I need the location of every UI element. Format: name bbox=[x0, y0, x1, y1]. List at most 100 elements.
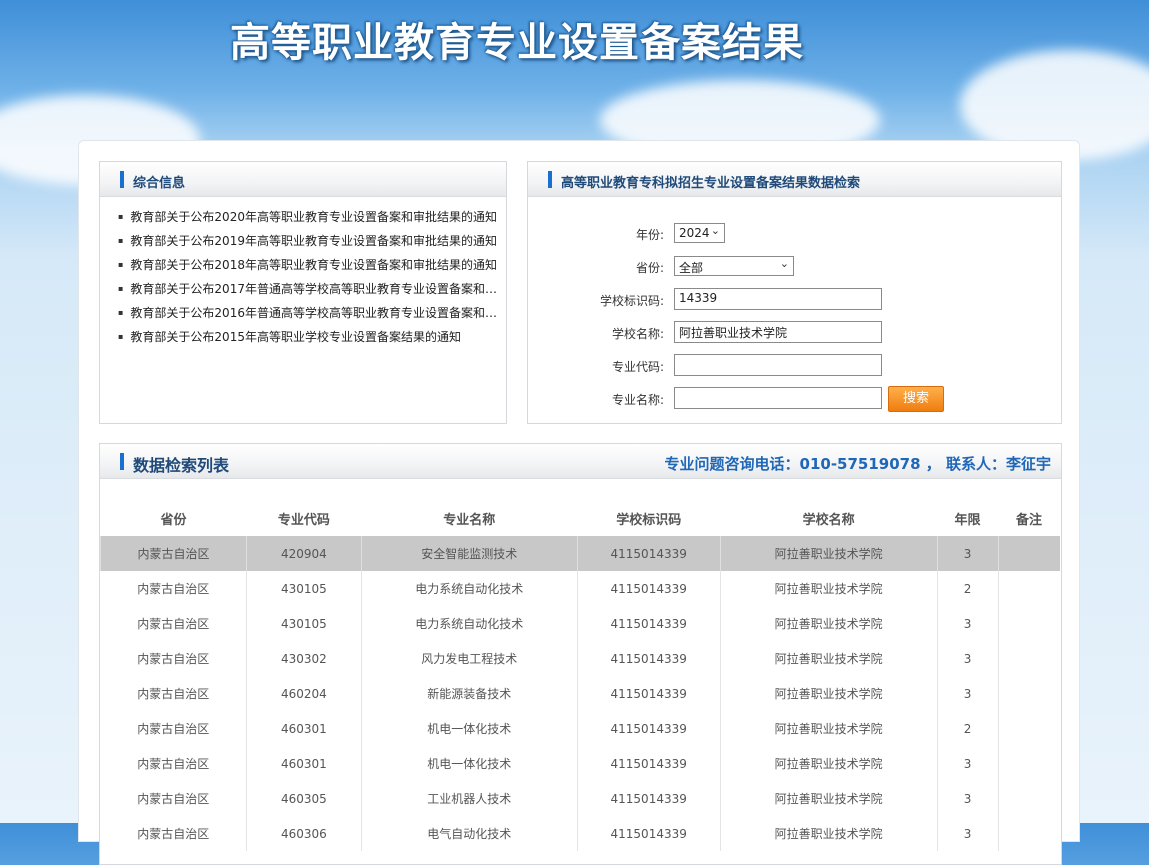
notice-link[interactable]: 教育部关于公布2018年高等职业教育专业设置备案和审批结果的通知 bbox=[118, 253, 504, 277]
major-name-cell: 电力系统自动化技术 bbox=[360, 606, 578, 641]
school-name-input[interactable]: 阿拉善职业技术学院 bbox=[674, 321, 882, 343]
major-name-label: 专业名称: bbox=[611, 393, 664, 407]
search-button[interactable]: 搜索 bbox=[888, 386, 944, 412]
remark-cell bbox=[997, 711, 1060, 746]
column-header: 省份 bbox=[160, 512, 187, 528]
school-code-cell: 4115014339 bbox=[576, 746, 721, 781]
info-panel-title: 综合信息 bbox=[133, 176, 186, 191]
years-cell: 2 bbox=[936, 711, 998, 746]
school-name-cell: 阿拉善职业技术学院 bbox=[719, 641, 938, 676]
major-name-cell: 安全智能监测技术 bbox=[360, 536, 578, 571]
table-row[interactable]: 内蒙古自治区 430105 电力系统自动化技术 4115014339 阿拉善职业技术学院… bbox=[101, 606, 1060, 641]
table-row[interactable]: 内蒙古自治区 460305 工业机器人技术 4115014339 阿拉善职业技术学院 3 bbox=[101, 781, 1060, 816]
info-panel: 综合信息 教育部关于公布2020年高等职业教育专业设置备案和审批结果的通知 教育… bbox=[99, 161, 507, 424]
remark-cell bbox=[997, 606, 1060, 641]
major-name-cell: 工业机器人技术 bbox=[360, 781, 578, 816]
school-code-cell: 4115014339 bbox=[576, 606, 721, 641]
years-cell: 3 bbox=[936, 606, 998, 641]
table-row[interactable]: 内蒙古自治区 460306 电气自动化技术 4115014339 阿拉善职业技术学院 3 bbox=[101, 816, 1060, 851]
remark-cell bbox=[997, 536, 1060, 571]
remark-cell bbox=[997, 781, 1060, 816]
school-name-cell: 阿拉善职业技术学院 bbox=[719, 816, 938, 851]
page-title: 高等职业教育专业设置备案结果 bbox=[230, 20, 804, 66]
notice-link[interactable]: 教育部关于公布2017年普通高等学校高等职业教育专业设置备案和审批结果的通知 bbox=[118, 277, 504, 301]
table-row[interactable]: 内蒙古自治区 460301 机电一体化技术 4115014339 阿拉善职业技术学院 2 bbox=[101, 711, 1060, 746]
province-cell: 内蒙古自治区 bbox=[137, 722, 210, 736]
remark-cell bbox=[997, 816, 1060, 851]
school-code-cell: 4115014339 bbox=[576, 536, 721, 571]
chevron-down-icon: ⌄ bbox=[710, 224, 720, 237]
remark-cell bbox=[997, 746, 1060, 781]
year-select[interactable]: 2024 ⌄ bbox=[674, 223, 725, 243]
years-cell: 3 bbox=[936, 746, 998, 781]
table-row[interactable]: 内蒙古自治区 460204 新能源装备技术 4115014339 阿拉善职业技术学院 3 bbox=[101, 676, 1060, 711]
table-row[interactable]: 内蒙古自治区 430302 风力发电工程技术 4115014339 阿拉善职业技术学院 3 bbox=[101, 641, 1060, 676]
year-value: 2024 bbox=[679, 226, 710, 240]
school-name-cell: 阿拉善职业技术学院 bbox=[719, 746, 938, 781]
contact-info: 专业问题咨询电话：010-57519078 ， 联系人：李征宇 bbox=[664, 455, 1051, 473]
school-name-cell: 阿拉善职业技术学院 bbox=[719, 571, 938, 606]
school-code-label: 学校标识码: bbox=[599, 294, 664, 308]
major-name-cell: 电力系统自动化技术 bbox=[360, 571, 578, 606]
school-name-label: 学校名称: bbox=[611, 327, 664, 341]
column-header: 专业名称 bbox=[443, 512, 496, 528]
school-code-cell: 4115014339 bbox=[576, 571, 721, 606]
province-cell: 内蒙古自治区 bbox=[137, 687, 210, 701]
info-panel-header: 综合信息 bbox=[100, 162, 506, 197]
school-name-cell: 阿拉善职业技术学院 bbox=[719, 606, 938, 641]
notice-link[interactable]: 教育部关于公布2019年高等职业教育专业设置备案和审批结果的通知 bbox=[118, 229, 504, 253]
province-cell: 内蒙古自治区 bbox=[137, 757, 210, 771]
search-panel-title: 高等职业教育专科拟招生专业设置备案结果数据检索 bbox=[561, 176, 861, 191]
column-header: 学校标识码 bbox=[616, 512, 682, 528]
years-cell: 3 bbox=[936, 816, 998, 851]
province-cell: 内蒙古自治区 bbox=[137, 827, 210, 841]
province-cell: 内蒙古自治区 bbox=[137, 617, 210, 631]
province-cell: 内蒙古自治区 bbox=[137, 792, 210, 806]
major-name-cell: 风力发电工程技术 bbox=[360, 641, 578, 676]
search-panel-header: 高等职业教育专科拟招生专业设置备案结果数据检索 bbox=[528, 162, 1061, 197]
school-code-input[interactable]: 14339 bbox=[674, 288, 882, 310]
province-label: 省份: bbox=[635, 261, 664, 275]
school-code-cell: 4115014339 bbox=[576, 711, 721, 746]
result-list-header: 数据检索列表 专业问题咨询电话：010-57519078 ， 联系人：李征宇 bbox=[100, 444, 1061, 479]
column-header: 备注 bbox=[1015, 512, 1042, 528]
table-row[interactable]: 内蒙古自治区 420904 安全智能监测技术 4115014339 阿拉善职业技术学院 3 bbox=[100, 536, 1060, 571]
years-cell: 3 bbox=[936, 781, 998, 816]
major-name-input[interactable] bbox=[674, 387, 882, 409]
major-code-cell: 460306 bbox=[245, 816, 362, 851]
major-code-cell: 430105 bbox=[245, 606, 362, 641]
remark-cell bbox=[997, 571, 1060, 606]
notice-link[interactable]: 教育部关于公布2015年高等职业学校专业设置备案结果的通知 bbox=[118, 325, 504, 349]
notice-link[interactable]: 教育部关于公布2016年普通高等学校高等职业教育专业设置备案和审批结果的通知 bbox=[118, 301, 504, 325]
major-name-cell: 电气自动化技术 bbox=[360, 816, 578, 851]
school-code-cell: 4115014339 bbox=[576, 781, 721, 816]
school-name-cell: 阿拉善职业技术学院 bbox=[719, 711, 938, 746]
search-panel: 高等职业教育专科拟招生专业设置备案结果数据检索 年份: 2024 ⌄ 省份: 全… bbox=[527, 161, 1062, 424]
table-row[interactable]: 内蒙古自治区 430105 电力系统自动化技术 4115014339 阿拉善职业技术学院… bbox=[101, 571, 1060, 606]
notice-list: 教育部关于公布2020年高等职业教育专业设置备案和审批结果的通知 教育部关于公布… bbox=[100, 197, 506, 349]
result-list-panel: 数据检索列表 专业问题咨询电话：010-57519078 ， 联系人：李征宇 省… bbox=[99, 443, 1062, 865]
column-header: 学校名称 bbox=[802, 512, 855, 528]
school-code-cell: 4115014339 bbox=[576, 816, 721, 851]
major-code-cell: 460204 bbox=[245, 676, 362, 711]
major-name-cell: 新能源装备技术 bbox=[360, 676, 578, 711]
major-code-cell: 460301 bbox=[245, 711, 362, 746]
result-list-title: 数据检索列表 bbox=[133, 456, 230, 475]
table-header-row: 省份 专业代码 专业名称 学校标识码 学校名称 年限 备注 bbox=[101, 500, 1061, 536]
major-code-cell: 430105 bbox=[245, 571, 362, 606]
school-code-cell: 4115014339 bbox=[576, 676, 721, 711]
years-cell: 3 bbox=[936, 641, 998, 676]
title-bar-marker bbox=[548, 171, 552, 188]
province-select[interactable]: 全部 ⌄ bbox=[674, 256, 794, 276]
province-value: 全部 bbox=[679, 261, 704, 275]
major-code-input[interactable] bbox=[674, 354, 882, 376]
school-code-cell: 4115014339 bbox=[576, 641, 721, 676]
notice-link[interactable]: 教育部关于公布2020年高等职业教育专业设置备案和审批结果的通知 bbox=[118, 205, 504, 229]
main-container: 综合信息 教育部关于公布2020年高等职业教育专业设置备案和审批结果的通知 教育… bbox=[78, 140, 1080, 865]
major-code-cell: 460301 bbox=[245, 746, 362, 781]
major-code-label: 专业代码: bbox=[611, 360, 664, 374]
province-cell: 内蒙古自治区 bbox=[137, 652, 210, 666]
province-cell: 内蒙古自治区 bbox=[100, 536, 247, 571]
table-row[interactable]: 内蒙古自治区 460301 机电一体化技术 4115014339 阿拉善职业技术学院 3 bbox=[101, 746, 1060, 781]
major-name-cell: 机电一体化技术 bbox=[360, 746, 578, 781]
